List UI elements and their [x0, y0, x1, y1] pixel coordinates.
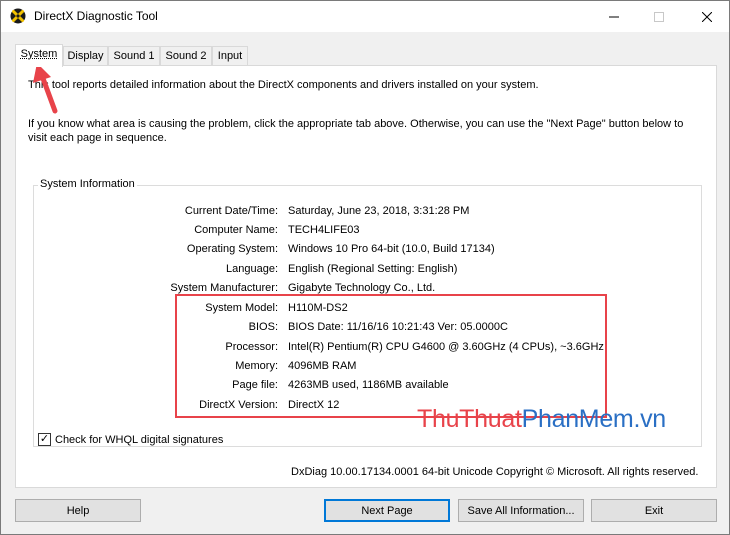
minimize-icon	[608, 16, 619, 17]
group-title: System Information	[38, 178, 137, 190]
tab-sound-2[interactable]: Sound 2	[160, 46, 212, 66]
tab-label: Sound 2	[165, 50, 207, 62]
info-row-date-time: Current Date/Time: Saturday, June 23, 20…	[34, 205, 694, 221]
maximize-icon	[653, 11, 664, 22]
title-bar[interactable]: DirectX Diagnostic Tool	[1, 1, 729, 32]
maximize-button[interactable]	[636, 1, 681, 32]
tab-label: Display	[67, 50, 104, 62]
info-value: 4263MB used, 1186MB available	[288, 379, 449, 391]
next-page-button[interactable]: Next Page	[324, 499, 450, 522]
info-label: System Manufacturer:	[170, 282, 278, 294]
info-row-operating-system: Operating System: Windows 10 Pro 64-bit …	[34, 243, 694, 259]
close-button[interactable]	[684, 1, 729, 32]
info-label: Page file:	[232, 379, 278, 391]
info-value: Intel(R) Pentium(R) CPU G4600 @ 3.60GHz …	[288, 341, 604, 353]
whql-checkbox-row[interactable]: ✓ Check for WHQL digital signatures	[38, 433, 223, 446]
info-label: DirectX Version:	[199, 399, 278, 411]
tab-system[interactable]: System	[15, 44, 63, 67]
info-row-system-model: System Model: H110M-DS2	[34, 302, 694, 318]
info-row-bios: BIOS: BIOS Date: 11/16/16 10:21:43 Ver: …	[34, 321, 694, 337]
tab-display[interactable]: Display	[63, 46, 108, 66]
info-label: System Model:	[205, 302, 278, 314]
window-title: DirectX Diagnostic Tool	[34, 9, 158, 23]
info-row-language: Language: English (Regional Setting: Eng…	[34, 263, 694, 279]
info-value: 4096MB RAM	[288, 360, 357, 372]
close-icon	[701, 11, 712, 22]
info-value: H110M-DS2	[288, 302, 348, 314]
directx-icon	[10, 8, 26, 24]
info-label: Language:	[226, 263, 278, 275]
whql-label: Check for WHQL digital signatures	[55, 433, 224, 446]
watermark-part-2: PhanMem	[521, 405, 634, 433]
instructions-text: If you know what area is causing the pro…	[28, 118, 684, 144]
tab-label: Input	[217, 50, 243, 62]
minimize-button[interactable]	[591, 1, 636, 32]
info-value: BIOS Date: 11/16/16 10:21:43 Ver: 05.000…	[288, 321, 508, 333]
watermark-logo: ThuThuatPhanMem.vn	[417, 405, 666, 434]
version-copyright-text: DxDiag 10.00.17134.0001 64-bit Unicode C…	[291, 466, 699, 478]
info-row-manufacturer: System Manufacturer: Gigabyte Technology…	[34, 282, 694, 298]
info-value: Windows 10 Pro 64-bit (10.0, Build 17134…	[288, 243, 495, 255]
tab-label: System	[20, 48, 58, 60]
tab-sound-1[interactable]: Sound 1	[108, 46, 160, 66]
save-all-information-button[interactable]: Save All Information...	[458, 499, 584, 522]
exit-button[interactable]: Exit	[591, 499, 717, 522]
tab-label: Sound 1	[113, 50, 155, 62]
info-value: English (Regional Setting: English)	[288, 263, 458, 275]
watermark-part-3: .vn	[633, 405, 666, 433]
watermark-part-1: ThuThuat	[417, 405, 522, 433]
info-value: TECH4LIFE03	[288, 224, 360, 236]
info-label: Current Date/Time:	[184, 205, 278, 217]
info-row-memory: Memory: 4096MB RAM	[34, 360, 694, 376]
info-label: Memory:	[235, 360, 278, 372]
arrow-annotation-icon	[33, 63, 58, 114]
dxdiag-window: DirectX Diagnostic Tool System Display S…	[0, 0, 730, 535]
info-row-page-file: Page file: 4263MB used, 1186MB available	[34, 379, 694, 395]
intro-text: This tool reports detailed information a…	[28, 79, 539, 91]
info-value: Saturday, June 23, 2018, 3:31:28 PM	[288, 205, 470, 217]
whql-checkbox[interactable]: ✓	[38, 433, 51, 446]
info-label: Computer Name:	[194, 224, 278, 236]
info-label: BIOS:	[248, 321, 278, 333]
tab-input[interactable]: Input	[212, 46, 248, 66]
info-label: Operating System:	[186, 243, 278, 255]
help-button[interactable]: Help	[15, 499, 141, 522]
check-icon: ✓	[39, 433, 50, 445]
info-label: Processor:	[225, 341, 278, 353]
info-value: DirectX 12	[288, 399, 340, 411]
info-row-processor: Processor: Intel(R) Pentium(R) CPU G4600…	[34, 341, 694, 357]
info-row-computer-name: Computer Name: TECH4LIFE03	[34, 224, 694, 240]
info-value: Gigabyte Technology Co., Ltd.	[288, 282, 436, 294]
